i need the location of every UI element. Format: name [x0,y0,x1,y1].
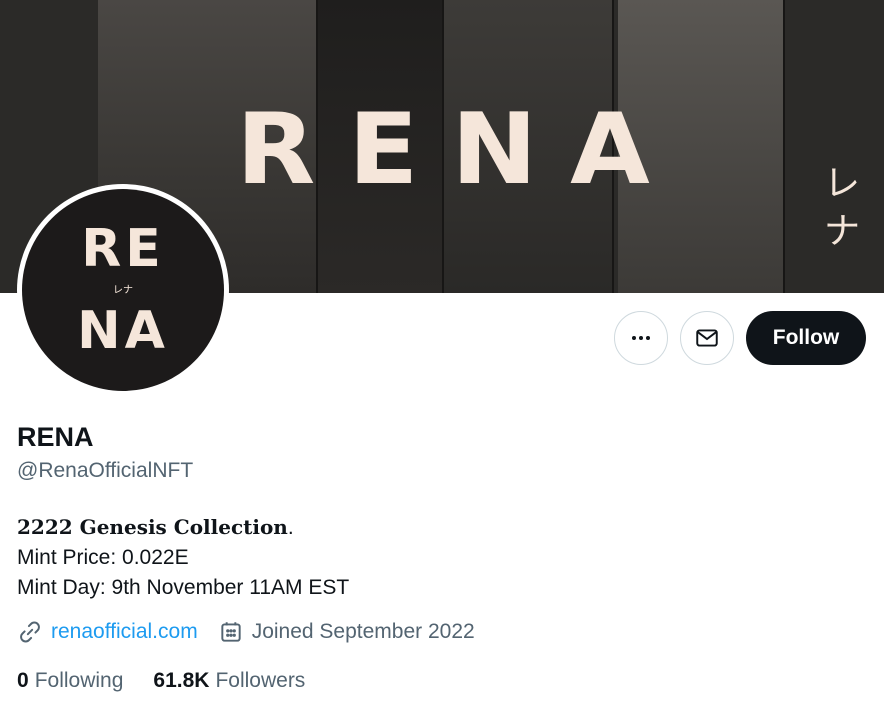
message-button[interactable] [680,311,734,365]
avatar[interactable]: RE レナ NA [17,184,229,396]
banner-letter: N [451,93,538,207]
followers-count: 61.8K [153,669,210,692]
follow-button[interactable]: Follow [746,311,866,365]
website-link[interactable]: renaofficial.com [51,620,198,644]
profile-bio: 2222 Genesis Collection. Mint Price: 0.0… [17,512,349,603]
banner-title: R E N A [236,93,650,207]
avatar-text-bottom: NA [77,301,169,361]
website-item[interactable]: renaofficial.com [17,619,198,645]
profile-meta: renaofficial.com Joined September 2022 [17,619,475,645]
bio-mint-price: Mint Price: 0.022E [17,546,189,569]
mail-icon [696,329,718,347]
avatar-text-top: RE [81,219,165,279]
following-label: Following [34,669,124,692]
banner-divider [783,0,785,293]
avatar-kana: レナ [113,285,133,296]
followers-stat[interactable]: 61.8K Followers [153,669,305,693]
more-icon [632,336,650,340]
profile-handle: @RenaOfficialNFT [17,459,194,482]
banner-letter: A [570,93,650,207]
bio-period: . [287,516,294,539]
link-icon [17,619,43,645]
calendar-icon [218,619,244,645]
more-button[interactable] [614,311,668,365]
bio-mint-day: Mint Day: 9th November 11AM EST [17,576,350,599]
following-stat[interactable]: 0 Following [17,669,123,693]
bio-collection: 2222 Genesis Collection [17,515,288,539]
banner-kana: レ ナ [820,160,864,256]
avatar-image: RE レナ NA [22,189,224,391]
joined-item: Joined September 2022 [218,619,475,645]
profile-name: RENA [17,422,94,452]
banner-kana-char: レ [823,163,860,204]
joined-date: Joined September 2022 [251,620,475,643]
banner-letter: R [236,93,316,207]
following-count: 0 [17,669,29,692]
followers-label: Followers [215,669,306,692]
banner-kana-char: ナ [823,211,860,252]
banner-letter: E [348,93,419,207]
bio-line: 2222 Genesis Collection. [17,512,349,543]
profile-stats: 0 Following 61.8K Followers [17,669,335,693]
